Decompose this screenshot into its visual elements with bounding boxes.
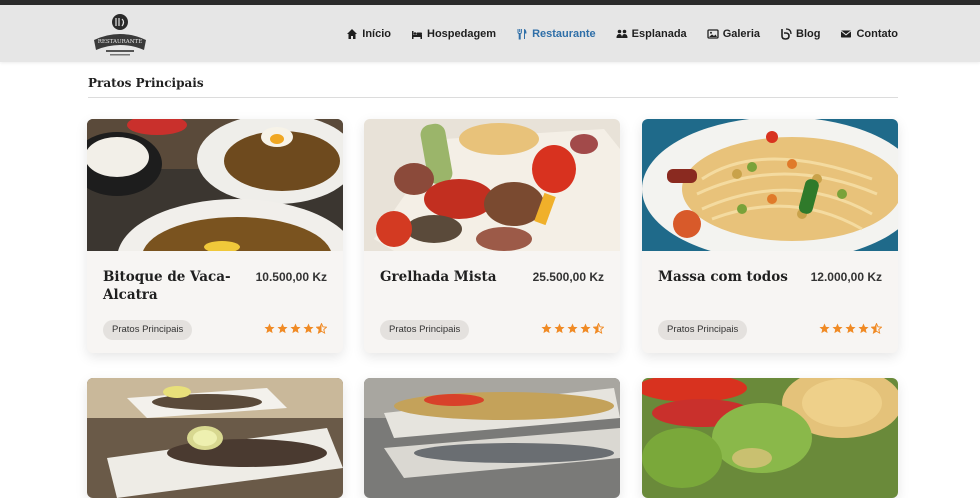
- dish-photo: [364, 119, 620, 251]
- dish-card[interactable]: Grelhada Mista 25.500,00 Kz Pratos Princ…: [364, 119, 620, 353]
- nav-item-hospedagem[interactable]: Hospedagem: [411, 28, 496, 40]
- dish-photo: [87, 378, 343, 498]
- nav-item-galeria[interactable]: Galeria: [707, 28, 760, 40]
- nav-item-contato[interactable]: Contato: [840, 28, 898, 40]
- bed-icon: [411, 28, 423, 40]
- utensils-icon: [516, 28, 528, 40]
- star-half-icon: [871, 323, 882, 334]
- section-divider: [88, 97, 898, 98]
- category-badge[interactable]: Pratos Principais: [380, 320, 470, 340]
- dish-price: 12.000,00 Kz: [810, 270, 882, 284]
- dish-price: 25.500,00 Kz: [532, 270, 604, 284]
- category-badge[interactable]: Pratos Principais: [103, 320, 193, 340]
- nav-label: Hospedagem: [427, 27, 497, 40]
- star-half-icon: [316, 323, 327, 334]
- section-title: Pratos Principais: [88, 76, 204, 90]
- nav-item-esplanada[interactable]: Esplanada: [616, 28, 687, 40]
- nav-item-inicio[interactable]: Início: [346, 28, 391, 40]
- nav-label: Contato: [856, 27, 898, 40]
- dish-card[interactable]: [642, 378, 898, 498]
- dish-price: 10.500,00 Kz: [255, 270, 327, 284]
- dish-card[interactable]: Bitoque de Vaca-Alcatra 10.500,00 Kz Pra…: [87, 119, 343, 353]
- star-icon: [567, 323, 578, 334]
- category-badge[interactable]: Pratos Principais: [658, 320, 748, 340]
- home-icon: [346, 28, 358, 40]
- images-icon: [707, 28, 719, 40]
- star-icon: [264, 323, 275, 334]
- star-icon: [277, 323, 288, 334]
- dish-photo: [642, 378, 898, 498]
- nav-label: Restaurante: [532, 27, 596, 40]
- dish-card[interactable]: [364, 378, 620, 498]
- rating-stars: [541, 323, 604, 334]
- dish-name: Massa com todos: [658, 269, 788, 285]
- star-icon: [819, 323, 830, 334]
- main-nav: Início Hospedagem Restaurante Esplanada …: [346, 5, 898, 62]
- nav-label: Galeria: [722, 27, 760, 40]
- rating-stars: [264, 323, 327, 334]
- star-icon: [290, 323, 301, 334]
- dish-name: Bitoque de Vaca-Alcatra: [103, 269, 231, 303]
- site-header: RESTAURANTE Início Hospedagem Restaurant…: [0, 5, 980, 62]
- star-icon: [541, 323, 552, 334]
- star-icon: [845, 323, 856, 334]
- svg-text:RESTAURANTE: RESTAURANTE: [98, 39, 143, 45]
- star-icon: [832, 323, 843, 334]
- nav-label: Blog: [796, 27, 821, 40]
- star-icon: [580, 323, 591, 334]
- blog-icon: [780, 27, 792, 40]
- dish-card[interactable]: Massa com todos 12.000,00 Kz Pratos Prin…: [642, 119, 898, 353]
- dish-photo: [642, 119, 898, 251]
- rating-stars: [819, 323, 882, 334]
- star-icon: [554, 323, 565, 334]
- restaurant-logo[interactable]: RESTAURANTE: [88, 10, 152, 60]
- nav-item-restaurante[interactable]: Restaurante: [516, 28, 596, 40]
- dish-name: Grelhada Mista: [380, 269, 497, 285]
- star-icon: [303, 323, 314, 334]
- dish-card[interactable]: [87, 378, 343, 498]
- nav-label: Início: [362, 27, 391, 40]
- star-half-icon: [593, 323, 604, 334]
- envelope-icon: [840, 28, 852, 40]
- nav-item-blog[interactable]: Blog: [780, 28, 820, 40]
- nav-label: Esplanada: [631, 27, 687, 40]
- star-icon: [858, 323, 869, 334]
- people-icon: [616, 28, 628, 40]
- dish-photo: [364, 378, 620, 498]
- dish-photo: [87, 119, 343, 251]
